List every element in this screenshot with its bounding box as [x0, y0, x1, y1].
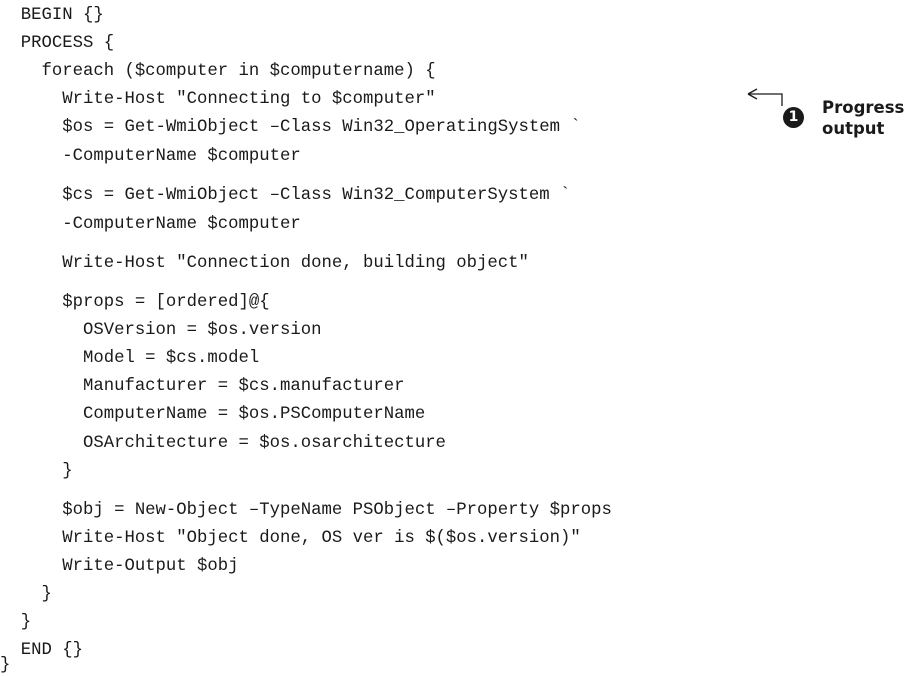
- code-line: }: [0, 585, 52, 604]
- code-line: ComputerName = $os.PSComputerName: [0, 405, 426, 424]
- code-line: $cs = Get-WmiObject –Class Win32_Compute…: [0, 186, 571, 205]
- code-line: Model = $cs.model: [0, 349, 260, 368]
- code-line: $props = [ordered]@{: [0, 293, 270, 312]
- code-line: -ComputerName $computer: [0, 147, 301, 166]
- code-line: foreach ($computer in $computername) {: [0, 62, 436, 81]
- code-line: Manufacturer = $cs.manufacturer: [0, 377, 405, 396]
- code-line: }: [0, 462, 73, 481]
- code-line: }: [0, 656, 11, 675]
- code-line: }: [0, 613, 32, 632]
- code-line: -ComputerName $computer: [0, 215, 301, 234]
- code-line: END {}: [0, 641, 83, 660]
- code-line: Write-Host "Connecting to $computer": [0, 90, 436, 109]
- code-line: $obj = New-Object –TypeName PSObject –Pr…: [0, 501, 612, 520]
- code-line: PROCESS {: [0, 34, 115, 53]
- code-line: OSArchitecture = $os.osarchitecture: [0, 434, 446, 453]
- code-line: OSVersion = $os.version: [0, 321, 322, 340]
- code-line: $os = Get-WmiObject –Class Win32_Operati…: [0, 118, 581, 137]
- code-line: Write-Output $obj: [0, 557, 239, 576]
- code-line: BEGIN {}: [0, 6, 104, 25]
- code-line: Write-Host "Connection done, building ob…: [0, 254, 529, 273]
- code-listing: BEGIN {} PROCESS { foreach ($computer in…: [0, 0, 911, 677]
- code-line: Write-Host "Object done, OS ver is $($os…: [0, 529, 581, 548]
